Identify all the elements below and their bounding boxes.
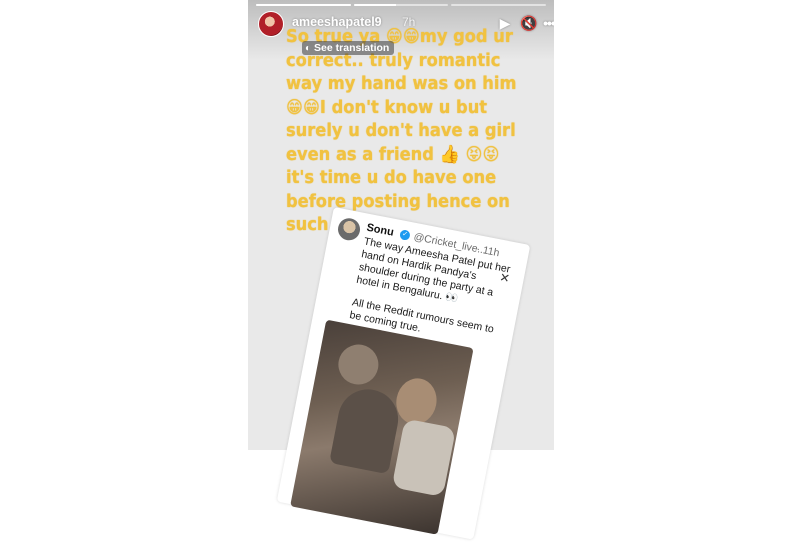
photo-person	[334, 341, 382, 388]
avatar[interactable]	[258, 11, 284, 37]
tweet-avatar	[336, 216, 362, 243]
play-icon[interactable]: ▶	[496, 14, 514, 32]
story-header: ameeshapatel9 7h ▶ 🔇 ••• ◐ See translati…	[258, 11, 554, 55]
verified-badge-icon: ✓	[399, 229, 411, 241]
progress-segment	[353, 4, 449, 6]
translate-icon: ◐	[305, 42, 312, 54]
timestamp: 7h	[402, 15, 416, 29]
username[interactable]: ameeshapatel9	[292, 15, 382, 29]
tweet-media-image	[290, 319, 474, 535]
photo-person	[391, 418, 457, 498]
see-translation-button[interactable]: ◐ See translation	[302, 41, 395, 55]
story-caption: So true ya 😁😁my god ur correct.. truly r…	[286, 27, 517, 235]
progress-segment	[451, 4, 547, 6]
see-translation-label: See translation	[314, 42, 390, 54]
progress-segment	[256, 4, 351, 6]
story-progress-bar	[256, 4, 547, 6]
more-options-icon[interactable]: •••	[540, 14, 554, 32]
mute-icon[interactable]: 🔇	[520, 14, 538, 32]
photo-person	[329, 384, 404, 475]
